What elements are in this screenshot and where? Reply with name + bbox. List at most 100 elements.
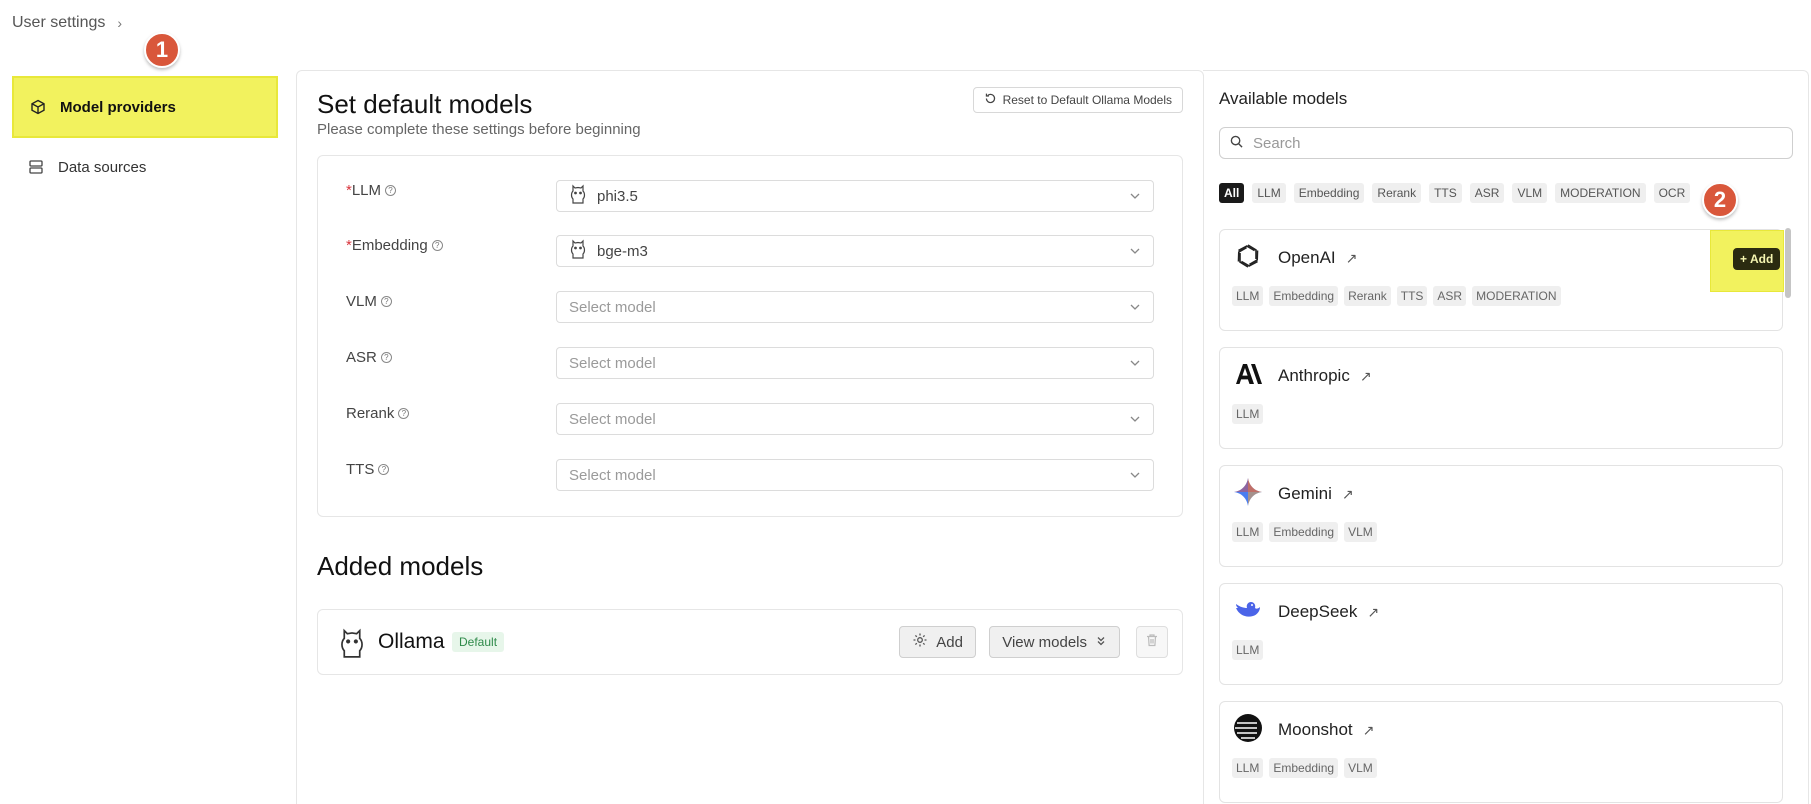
help-icon[interactable]: ? [380, 296, 392, 307]
add-highlight: + Add [1710, 230, 1784, 292]
row-label-text: ASR [346, 349, 377, 366]
embedding-select[interactable]: bge-m3 [556, 235, 1154, 267]
provider-name-text: OpenAI [1278, 248, 1336, 267]
anthropic-logo-icon [1232, 358, 1264, 390]
filter-embedding[interactable]: Embedding [1293, 183, 1365, 203]
tag: Embedding [1269, 522, 1339, 542]
add-model-button[interactable]: Add [899, 626, 976, 658]
provider-tags: LLM [1232, 640, 1264, 660]
provider-card-moonshot[interactable]: Moonshot ↗ LLM Embedding VLM [1219, 701, 1783, 803]
sidebar-item-label: Model providers [60, 98, 176, 116]
help-icon[interactable]: ? [431, 240, 443, 251]
rerank-select[interactable]: Select model [556, 403, 1154, 435]
plus-icon: + [1740, 252, 1748, 266]
provider-name: DeepSeek ↗ [1278, 602, 1379, 622]
external-link-icon[interactable]: ↗ [1363, 722, 1375, 739]
chevron-right-icon: › [117, 15, 123, 31]
chevron-down-icon [1129, 189, 1141, 201]
external-link-icon[interactable]: ↗ [1360, 368, 1372, 385]
tts-select[interactable]: Select model [556, 459, 1154, 491]
reset-default-button[interactable]: Reset to Default Ollama Models [972, 87, 1183, 113]
chevron-down-icon [1129, 300, 1141, 312]
help-icon[interactable]: ? [385, 185, 397, 196]
filter-llm[interactable]: LLM [1252, 183, 1286, 203]
scrollbar-thumb[interactable] [1785, 228, 1791, 298]
page-subtitle: Please complete these settings before be… [317, 121, 641, 138]
default-models-form: *LLM ? phi3.5 *Embedding ? bge-m3 VLM ? … [317, 155, 1183, 517]
tag: Embedding [1269, 286, 1339, 306]
ollama-icon [569, 238, 587, 264]
double-chevron-down-icon [1095, 634, 1107, 651]
help-icon[interactable]: ? [378, 464, 390, 475]
search-input[interactable]: Search [1219, 127, 1793, 159]
trash-icon [1145, 633, 1159, 652]
sidebar-item-data-sources[interactable]: Data sources [12, 138, 278, 196]
breadcrumb: User settings › [12, 14, 122, 32]
page-title: Set default models [317, 89, 533, 119]
provider-name-text: Anthropic [1278, 366, 1350, 385]
external-link-icon[interactable]: ↗ [1346, 250, 1358, 267]
select-placeholder: Select model [569, 410, 656, 428]
default-row-llm: *LLM ? phi3.5 [346, 180, 1156, 214]
filter-asr[interactable]: ASR [1469, 183, 1505, 203]
added-provider-card: Ollama Default Add View models [317, 609, 1183, 675]
add-provider-button[interactable]: + Add [1733, 248, 1781, 270]
search-placeholder: Search [1253, 134, 1301, 152]
view-models-button[interactable]: View models [989, 626, 1120, 658]
filter-rerank[interactable]: Rerank [1372, 183, 1422, 203]
default-models-panel: Set default models Please complete these… [296, 70, 1204, 804]
default-row-tts: TTS ? Select model [346, 459, 1156, 493]
cube-icon [28, 97, 48, 117]
filter-vlm[interactable]: VLM [1512, 183, 1548, 203]
row-label-text: Rerank [346, 405, 395, 422]
provider-card-deepseek[interactable]: DeepSeek ↗ LLM [1219, 583, 1783, 685]
vlm-select[interactable]: Select model [556, 291, 1154, 323]
breadcrumb-user-settings[interactable]: User settings [12, 14, 105, 32]
help-icon[interactable]: ? [380, 352, 392, 363]
embedding-label: *Embedding ? [346, 237, 443, 254]
view-models-label: View models [1002, 633, 1087, 651]
tag: Embedding [1269, 758, 1339, 778]
available-models-title: Available models [1219, 89, 1348, 108]
database-icon [26, 157, 46, 177]
filter-moderation[interactable]: MODERATION [1555, 183, 1646, 203]
chevron-down-icon [1129, 412, 1141, 424]
available-models-panel: Available models Search All LLM Embeddin… [1203, 70, 1809, 804]
provider-name: Ollama [378, 630, 445, 653]
chevron-down-icon [1129, 244, 1141, 256]
add-label: Add [936, 633, 963, 651]
default-row-asr: ASR ? Select model [346, 347, 1156, 381]
provider-card-openai[interactable]: OpenAI ↗ LLM Embedding Rerank TTS ASR MOD… [1219, 229, 1784, 331]
tag: MODERATION [1472, 286, 1561, 306]
row-label-text: TTS [346, 461, 375, 478]
sidebar-item-model-providers[interactable]: Model providers [12, 76, 278, 138]
row-label-text: VLM [346, 293, 377, 310]
asr-select[interactable]: Select model [556, 347, 1154, 379]
row-label-text: LLM [351, 182, 382, 199]
deepseek-logo-icon [1232, 594, 1264, 626]
sidebar: Model providers Data sources [12, 76, 278, 196]
ollama-icon [338, 626, 366, 660]
tag: LLM [1232, 758, 1264, 778]
filter-ocr[interactable]: OCR [1653, 183, 1691, 203]
external-link-icon[interactable]: ↗ [1342, 486, 1354, 503]
search-icon [1230, 135, 1243, 152]
tag: VLM [1344, 522, 1377, 542]
sidebar-item-label: Data sources [58, 158, 147, 176]
default-row-embedding: *Embedding ? bge-m3 [346, 235, 1156, 269]
default-row-rerank: Rerank ? Select model [346, 403, 1156, 437]
provider-tags: LLM Embedding VLM [1232, 522, 1377, 542]
reset-label: Reset to Default Ollama Models [1002, 93, 1172, 107]
provider-card-gemini[interactable]: Gemini ↗ LLM Embedding VLM [1219, 465, 1783, 567]
gear-icon [912, 632, 928, 652]
rerank-label: Rerank ? [346, 405, 410, 422]
help-icon[interactable]: ? [398, 408, 410, 419]
asr-label: ASR ? [346, 349, 392, 366]
llm-select[interactable]: phi3.5 [556, 180, 1154, 212]
filter-tts[interactable]: TTS [1429, 183, 1462, 203]
filter-all[interactable]: All [1219, 183, 1245, 203]
delete-provider-button[interactable] [1136, 626, 1168, 658]
tag: LLM [1232, 404, 1264, 424]
provider-card-anthropic[interactable]: Anthropic ↗ LLM [1219, 347, 1783, 449]
external-link-icon[interactable]: ↗ [1367, 604, 1379, 621]
